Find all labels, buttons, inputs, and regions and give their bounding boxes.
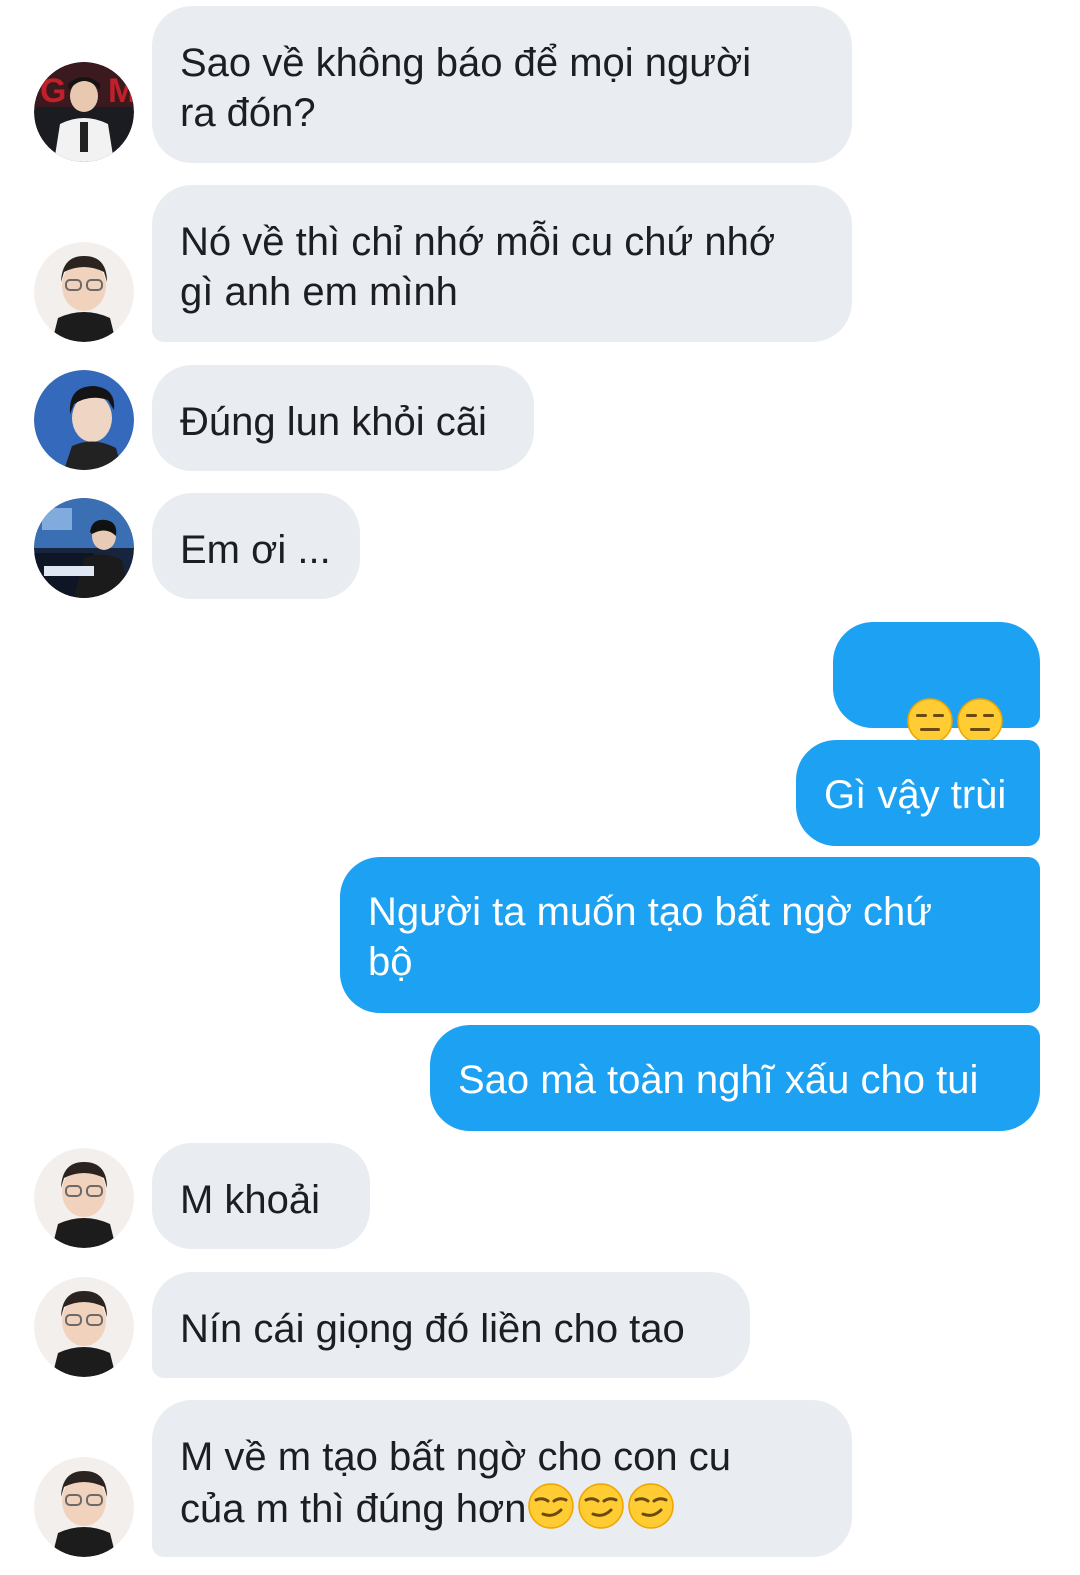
message-bubble[interactable]: Nó về thì chỉ nhớ mỗi cu chứ nhớ gì anh … (152, 185, 852, 342)
smirking-face-emoji (527, 1482, 575, 1530)
message-bubble-outgoing[interactable]: Sao mà toàn nghĩ xấu cho tui (430, 1025, 1040, 1131)
avatar-glasses[interactable] (34, 1457, 134, 1557)
message-bubble[interactable]: M khoải (152, 1143, 370, 1249)
expressionless-face-emoji (956, 697, 1004, 745)
message-bubble[interactable]: Nín cái giọng đó liền cho tao (152, 1272, 750, 1378)
chat-thread[interactable]: G M Sao về không báo để mọi người ra đón… (0, 0, 1080, 1575)
avatar-stage[interactable] (34, 498, 134, 598)
message-bubble[interactable]: Đúng lun khỏi cãi (152, 365, 534, 471)
avatar-gm[interactable]: G M (34, 62, 134, 162)
avatar-glasses[interactable] (34, 242, 134, 342)
message-bubble-outgoing[interactable] (833, 622, 1040, 728)
message-bubble[interactable]: M về m tạo bất ngờ cho con cu của m thì … (152, 1400, 852, 1557)
expressionless-face-emoji (906, 697, 954, 745)
message-bubble[interactable]: Sao về không báo để mọi người ra đón? (152, 6, 852, 163)
message-bubble-outgoing[interactable]: Người ta muốn tạo bất ngờ chứ bộ (340, 857, 1040, 1013)
smirking-face-emoji (577, 1482, 625, 1530)
avatar-glasses[interactable] (34, 1277, 134, 1377)
message-bubble[interactable]: Em ơi ... (152, 493, 360, 599)
avatar-blue[interactable] (34, 370, 134, 470)
smirking-face-emoji (627, 1482, 675, 1530)
avatar-glasses[interactable] (34, 1148, 134, 1248)
svg-text:M: M (108, 72, 134, 110)
svg-text:G: G (40, 72, 66, 110)
message-bubble-outgoing[interactable]: Gì vậy trùi (796, 740, 1040, 846)
